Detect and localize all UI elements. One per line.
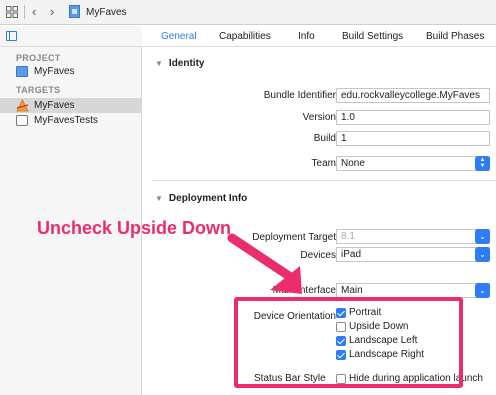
project-section-header: PROJECT [16, 53, 61, 63]
build-field[interactable]: 1 [336, 131, 490, 146]
sidebar-item-target-tests[interactable]: MyFavesTests [16, 113, 142, 128]
deployment-target-value: 8.1 [341, 231, 355, 242]
deployment-target-select[interactable]: 8.1 ⌄ [336, 229, 490, 244]
tab-build-phases[interactable]: Build Phases [426, 31, 484, 42]
version-field[interactable]: 1.0 [336, 110, 490, 125]
back-chevron-icon[interactable]: ‹ [32, 4, 36, 19]
devices-label: Devices [300, 250, 336, 261]
chevron-down-icon: ⌄ [475, 229, 490, 244]
project-file-icon [69, 5, 80, 18]
main-interface-field[interactable]: Main ⌄ [336, 283, 490, 298]
devices-select-value: iPad [341, 249, 362, 260]
tab-info[interactable]: Info [298, 31, 315, 42]
build-label: Build [313, 133, 336, 144]
disclosure-triangle-icon: ▼ [155, 59, 163, 68]
sidebar-item-label: MyFavesTests [34, 115, 98, 126]
deployment-section-toggle[interactable]: ▼ Deployment Info [155, 193, 247, 204]
disclosure-triangle-icon: ▼ [155, 194, 163, 203]
project-target-sidebar: PROJECT MyFaves TARGETS MyFaves MyFavesT… [0, 26, 142, 395]
identity-section-toggle[interactable]: ▼ Identity [155, 58, 204, 69]
tab-build-settings[interactable]: Build Settings [342, 31, 403, 42]
main-interface-value: Main [341, 285, 363, 296]
test-bundle-icon [16, 115, 28, 126]
sidebar-item-target-myfaves[interactable]: MyFaves [0, 98, 142, 113]
bundle-identifier-field[interactable]: edu.rockvalleycollege.MyFaves [336, 88, 490, 103]
toolbar-divider [24, 5, 25, 19]
sidebar-header [0, 26, 142, 47]
forward-chevron-icon[interactable]: › [50, 4, 54, 19]
sidebar-item-project[interactable]: MyFaves [16, 64, 142, 79]
team-select[interactable]: None ▲ ▼ [336, 156, 490, 171]
related-items-grid-icon[interactable] [6, 6, 18, 18]
deployment-section-title: Deployment Info [168, 193, 248, 204]
breadcrumb-project-name[interactable]: MyFaves [86, 7, 127, 18]
chevron-down-icon: ⌄ [475, 247, 490, 262]
targets-section-header: TARGETS [16, 85, 61, 95]
sidebar-item-label: MyFaves [34, 100, 75, 111]
select-stepper-icon: ▲ ▼ [475, 156, 490, 171]
team-select-value: None [341, 158, 365, 169]
navigator-bar: ‹ › MyFaves [0, 0, 496, 25]
annotation-callout-text: Uncheck Upside Down [37, 218, 232, 238]
tab-general[interactable]: General [161, 31, 197, 42]
sidebar-toggle-icon[interactable] [6, 31, 17, 41]
devices-select[interactable]: iPad ⌄ [336, 247, 490, 262]
deployment-target-label: Deployment Target [252, 232, 336, 243]
chevron-down-icon: ⌄ [475, 283, 490, 298]
app-target-icon [16, 99, 29, 112]
tab-capabilities[interactable]: Capabilities [219, 31, 271, 42]
bundle-identifier-label: Bundle Identifier [263, 90, 336, 101]
editor-tab-bar: General Capabilities Info Build Settings… [142, 26, 496, 47]
identity-section-title: Identity [168, 58, 205, 69]
section-divider [152, 180, 496, 181]
team-label: Team [311, 158, 336, 169]
main-interface-label: Main Interface [272, 285, 336, 296]
annotation-highlight-box [234, 297, 463, 388]
sidebar-item-label: MyFaves [34, 66, 75, 77]
project-icon [16, 66, 28, 77]
version-label: Version [302, 112, 336, 123]
